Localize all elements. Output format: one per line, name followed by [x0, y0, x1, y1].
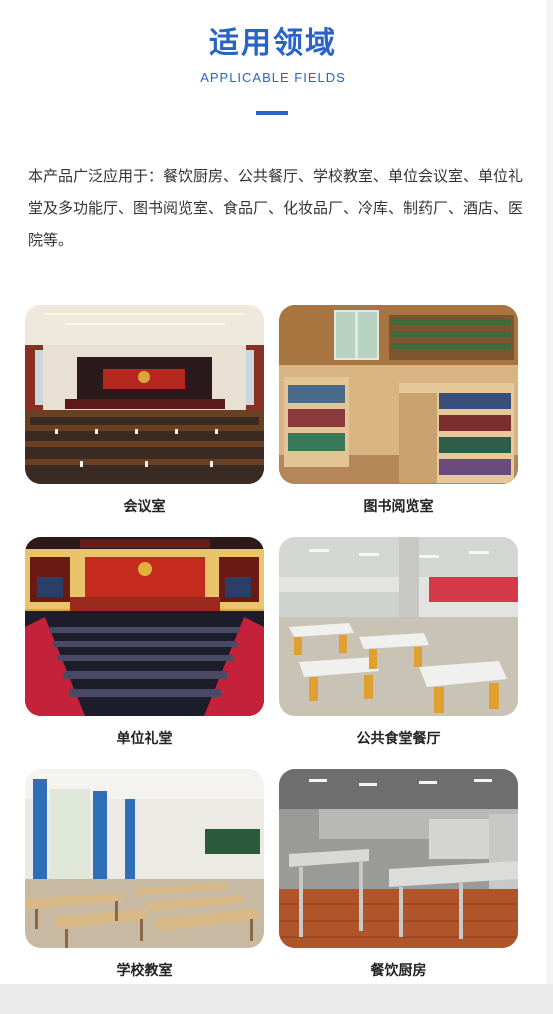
kitchen-photo	[279, 769, 518, 948]
field-label-canteen: 公共食堂餐厅	[356, 731, 441, 747]
title-underline	[256, 111, 288, 115]
section-subtitle: APPLICABLE FIELDS	[200, 70, 346, 85]
classroom-photo	[25, 769, 264, 948]
meeting-room-photo	[25, 305, 264, 484]
field-label-classroom: 学校教室	[116, 963, 173, 979]
field-label-meeting-room: 会议室	[123, 499, 166, 515]
auditorium-photo	[25, 537, 264, 716]
page-edge	[546, 0, 553, 984]
field-card-meeting-room[interactable]: 会议室	[25, 305, 264, 516]
field-card-library[interactable]: 图书阅览室	[279, 305, 518, 516]
field-label-kitchen: 餐饮厨房	[370, 963, 427, 979]
page: 适用领域 APPLICABLE FIELDS 本产品广泛应用于：餐饮厨房、公共餐…	[0, 0, 553, 1014]
field-card-kitchen[interactable]: 餐饮厨房	[279, 769, 518, 980]
canteen-photo	[279, 537, 518, 716]
field-card-classroom[interactable]: 学校教室	[25, 769, 264, 980]
field-card-canteen[interactable]: 公共食堂餐厅	[279, 537, 518, 748]
field-label-library: 图书阅览室	[363, 499, 434, 515]
footer-band	[0, 984, 553, 1014]
section-title: 适用领域	[209, 26, 337, 61]
field-card-auditorium[interactable]: 单位礼堂	[25, 537, 264, 748]
field-label-auditorium: 单位礼堂	[116, 731, 173, 747]
library-photo	[279, 305, 518, 484]
intro-text: 本产品广泛应用于：餐饮厨房、公共餐厅、学校教室、单位会议室、单位礼堂及多功能厅、…	[28, 167, 524, 249]
